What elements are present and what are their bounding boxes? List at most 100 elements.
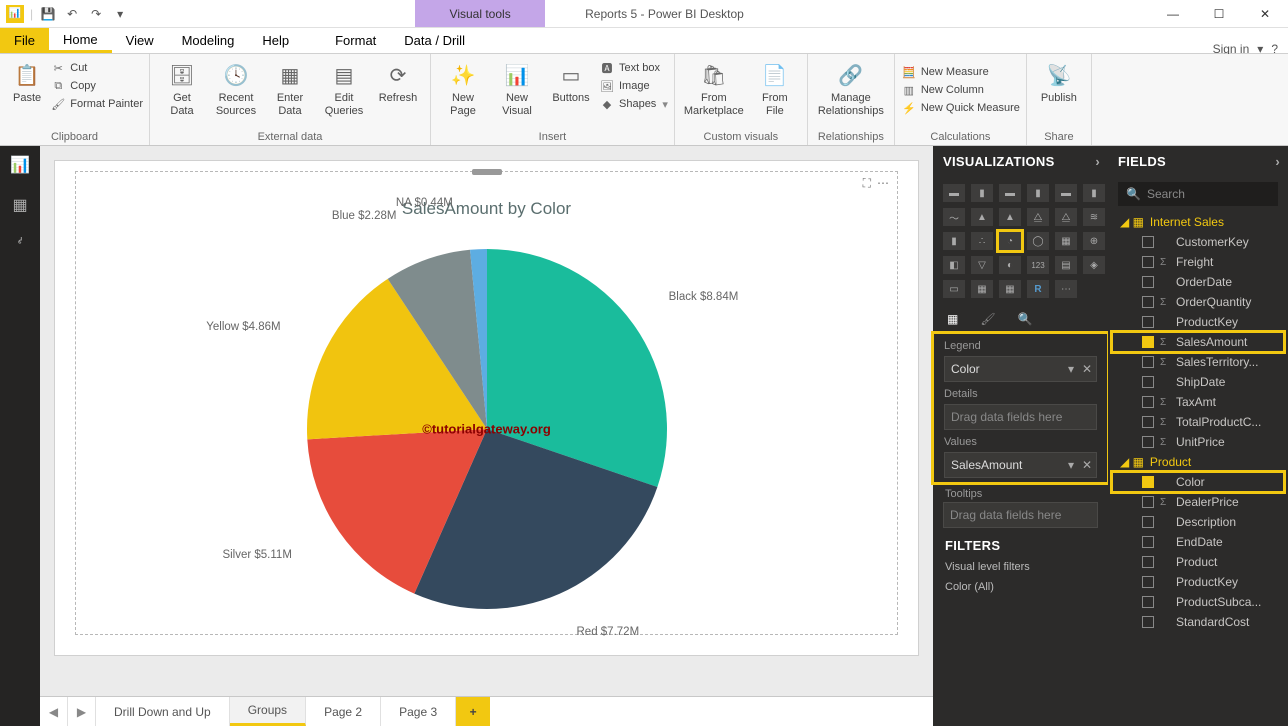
fields-header[interactable]: FIELDS› [1108, 146, 1288, 176]
viz-combo1[interactable]: ⧋ [1027, 208, 1049, 226]
new-visual-button[interactable]: 📊New Visual [491, 58, 543, 117]
page-tab-drill[interactable]: Drill Down and Up [96, 697, 230, 726]
viz-waterfall[interactable]: ▮ [943, 232, 965, 250]
fields-search[interactable]: 🔍Search [1118, 182, 1278, 206]
field-orderqty[interactable]: ΣOrderQuantity [1112, 292, 1284, 312]
close-button[interactable]: ✕ [1242, 0, 1288, 28]
viz-100-bar[interactable]: ▬ [1055, 184, 1077, 202]
viz-slicer[interactable]: ▭ [943, 280, 965, 298]
refresh-button[interactable]: ⟳Refresh [372, 58, 424, 117]
cut-button[interactable]: ✂Cut [50, 60, 143, 76]
viz-100-col[interactable]: ▮ [1083, 184, 1105, 202]
manage-relationships-button[interactable]: 🔗Manage Relationships [814, 58, 888, 117]
visual-menu-icon[interactable]: ⋯ [877, 176, 889, 191]
new-measure-button[interactable]: 🧮New Measure [901, 64, 1020, 80]
tab-file[interactable]: File [0, 28, 49, 53]
recent-sources-button[interactable]: 🕓Recent Sources [210, 58, 262, 117]
viz-donut[interactable]: ◯ [1027, 232, 1049, 250]
viz-pie[interactable]: ◔ [999, 232, 1021, 250]
tab-next-icon[interactable]: ▶ [68, 697, 96, 726]
viz-stacked-bar[interactable]: ▬ [943, 184, 965, 202]
report-canvas[interactable]: ⛶ ⋯ SalesAmount by Color ©tutorialgatewa… [40, 146, 933, 696]
page-tab-page3[interactable]: Page 3 [381, 697, 456, 726]
viz-matrix[interactable]: ▦ [999, 280, 1021, 298]
image-button[interactable]: 🖼Image [599, 78, 668, 94]
field-productsubcat[interactable]: ProductSubca... [1112, 592, 1284, 612]
shapes-button[interactable]: ◆Shapes▾ [599, 96, 668, 112]
field-color[interactable]: Color [1112, 472, 1284, 492]
viz-gauge[interactable]: ◐ [999, 256, 1021, 274]
new-quick-measure-button[interactable]: ⚡New Quick Measure [901, 100, 1020, 116]
viz-r[interactable]: R [1027, 280, 1049, 298]
fields-tab-icon[interactable]: ▦ [947, 312, 958, 326]
pie-chart-visual[interactable]: ⛶ ⋯ SalesAmount by Color ©tutorialgatewa… [75, 171, 898, 635]
format-painter-button[interactable]: 🖌Format Painter [50, 96, 143, 112]
field-enddate[interactable]: EndDate [1112, 532, 1284, 552]
field-description[interactable]: Description [1112, 512, 1284, 532]
report-view-icon[interactable]: 📊 [9, 154, 31, 176]
field-totalprodcost[interactable]: ΣTotalProductC... [1112, 412, 1284, 432]
details-slot[interactable]: Drag data fields here [944, 404, 1097, 430]
save-icon[interactable]: 💾 [39, 5, 57, 23]
viz-treemap[interactable]: ▦ [1055, 232, 1077, 250]
tab-format[interactable]: Format [321, 28, 390, 53]
field-freight[interactable]: ΣFreight [1112, 252, 1284, 272]
drag-handle-icon[interactable] [472, 169, 502, 175]
tab-data-drill[interactable]: Data / Drill [390, 28, 479, 53]
legend-slot[interactable]: Color▾✕ [944, 356, 1097, 382]
viz-filled-map[interactable]: ◧ [943, 256, 965, 274]
edit-queries-button[interactable]: ▤Edit Queries [318, 58, 370, 117]
field-unitprice[interactable]: ΣUnitPrice [1112, 432, 1284, 452]
publish-button[interactable]: 📡Publish [1033, 58, 1085, 105]
viz-more[interactable]: ⋯ [1055, 280, 1077, 298]
tooltips-slot[interactable]: Drag data fields here [943, 502, 1098, 528]
tab-modeling[interactable]: Modeling [168, 28, 249, 53]
viz-area[interactable]: ▲ [971, 208, 993, 226]
viz-card[interactable]: 123 [1027, 256, 1049, 274]
viz-ribbon[interactable]: ≋ [1083, 208, 1105, 226]
viz-funnel[interactable]: ▽ [971, 256, 993, 274]
viz-stacked-col[interactable]: ▮ [971, 184, 993, 202]
values-slot[interactable]: SalesAmount▾✕ [944, 452, 1097, 478]
from-file-button[interactable]: 📄From File [749, 58, 801, 117]
field-taxamt[interactable]: ΣTaxAmt [1112, 392, 1284, 412]
field-shipdate[interactable]: ShipDate [1112, 372, 1284, 392]
data-view-icon[interactable]: ▦ [9, 194, 31, 216]
tab-view[interactable]: View [112, 28, 168, 53]
filter-color-all[interactable]: Color (All) [933, 579, 1108, 599]
viz-clustered-bar[interactable]: ▬ [999, 184, 1021, 202]
enter-data-button[interactable]: ▦Enter Data [264, 58, 316, 117]
maximize-button[interactable]: ☐ [1196, 0, 1242, 28]
field-standardcost[interactable]: StandardCost [1112, 612, 1284, 632]
format-tab-icon[interactable]: 🖌 [980, 312, 995, 326]
table-internet-sales[interactable]: ◢ ▦ Internet Sales [1112, 212, 1284, 232]
get-data-button[interactable]: 🗄Get Data [156, 58, 208, 117]
viz-clustered-col[interactable]: ▮ [1027, 184, 1049, 202]
viz-map[interactable]: ⊕ [1083, 232, 1105, 250]
buttons-button[interactable]: ▭Buttons [545, 58, 597, 117]
field-salesterritory[interactable]: ΣSalesTerritory... [1112, 352, 1284, 372]
analytics-tab-icon[interactable]: 🔍 [1018, 312, 1033, 326]
viz-stacked-area[interactable]: ▲ [999, 208, 1021, 226]
qat-chevron-icon[interactable]: ▾ [111, 5, 129, 23]
undo-icon[interactable]: ↶ [63, 5, 81, 23]
tab-prev-icon[interactable]: ◀ [40, 697, 68, 726]
redo-icon[interactable]: ↷ [87, 5, 105, 23]
field-dealerprice[interactable]: ΣDealerPrice [1112, 492, 1284, 512]
new-page-button[interactable]: ✨New Page [437, 58, 489, 117]
from-marketplace-button[interactable]: 🛍From Marketplace [681, 58, 747, 117]
viz-combo2[interactable]: ⧋ [1055, 208, 1077, 226]
field-productkey[interactable]: ProductKey [1112, 312, 1284, 332]
field-productkey2[interactable]: ProductKey [1112, 572, 1284, 592]
copy-button[interactable]: ⧉Copy [50, 78, 143, 94]
viz-scatter[interactable]: ∴ [971, 232, 993, 250]
paste-button[interactable]: 📋Paste [6, 58, 48, 112]
visualizations-header[interactable]: VISUALIZATIONS› [933, 146, 1108, 176]
viz-kpi[interactable]: ◈ [1083, 256, 1105, 274]
viz-multi-card[interactable]: ▤ [1055, 256, 1077, 274]
add-page-button[interactable]: + [456, 697, 490, 726]
page-tab-groups[interactable]: Groups [230, 697, 306, 726]
viz-table[interactable]: ▦ [971, 280, 993, 298]
model-view-icon[interactable]: ᔊ [9, 234, 31, 256]
tab-help[interactable]: Help [248, 28, 303, 53]
